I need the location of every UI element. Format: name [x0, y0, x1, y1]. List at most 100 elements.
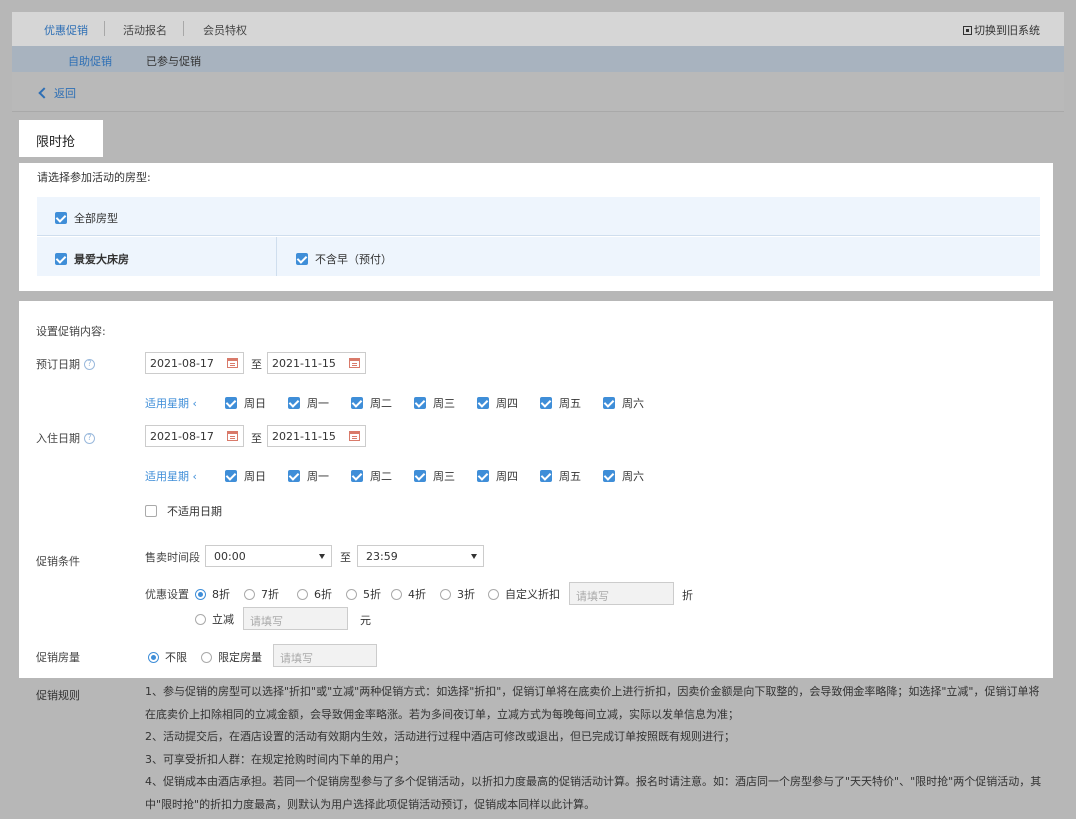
- custom-discount-placeholder: 请填写: [576, 590, 609, 603]
- checkbox-checked-icon: [296, 253, 308, 265]
- all-rooms-label: 全部房型: [74, 212, 118, 225]
- weekday-checkbox[interactable]: 周四: [477, 395, 518, 411]
- discount-radio[interactable]: 7折: [244, 586, 279, 602]
- rule-line: 4、促销成本由酒店承担。若同一个促销房型参与了多个促销活动，以折扣力度最高的促销…: [145, 775, 1042, 811]
- checkin-date-text: 入住日期: [36, 432, 80, 445]
- weekday-checkbox[interactable]: 周二: [351, 395, 392, 411]
- room-limit-input[interactable]: 请填写: [273, 644, 377, 667]
- weekday-checkbox[interactable]: 周二: [351, 468, 392, 484]
- reduce-unit: 元: [360, 614, 371, 627]
- radio-icon: [346, 588, 357, 600]
- weekday-checkbox[interactable]: 周一: [288, 468, 329, 484]
- sale-time-label: 售卖时间段: [145, 551, 200, 564]
- time-separator: 至: [340, 551, 351, 564]
- help-icon[interactable]: ?: [84, 432, 95, 444]
- weekday-checkbox[interactable]: 周日: [225, 468, 266, 484]
- weekday-label: 周五: [559, 470, 581, 483]
- weekday-checkbox[interactable]: 周一: [288, 395, 329, 411]
- switch-icon: [963, 25, 972, 35]
- back-bar: 返回: [12, 72, 1064, 112]
- checkbox-checked-icon: [477, 397, 489, 409]
- checkbox-checked-icon: [55, 253, 67, 265]
- weekday-label: 周二: [370, 470, 392, 483]
- discount-label: 4折: [408, 588, 426, 601]
- tab-activity-signup[interactable]: 活动报名: [123, 22, 167, 38]
- checkbox-checked-icon: [288, 470, 300, 482]
- sale-time-start-select[interactable]: 00:00: [205, 545, 332, 567]
- checkin-end-date-value: 2021-11-15: [272, 430, 336, 443]
- booking-weekday-toggle[interactable]: 适用星期 ‹: [145, 395, 197, 411]
- booking-date-label: 预订日期 ?: [36, 356, 95, 372]
- sale-time-end-select[interactable]: 23:59: [357, 545, 484, 567]
- discount-radio[interactable]: 5折: [346, 586, 381, 602]
- rule-line: 2、活动提交后，在酒店设置的活动有效期内生效，活动进行过程中酒店可修改或退出，但…: [145, 730, 735, 743]
- tab-member-privileges[interactable]: 会员特权: [203, 22, 247, 38]
- discount-unit: 折: [682, 589, 693, 602]
- weekday-checkbox[interactable]: 周六: [603, 395, 644, 411]
- calendar-icon[interactable]: [349, 358, 360, 368]
- discount-radio[interactable]: 8折: [195, 586, 230, 602]
- calendar-icon[interactable]: [349, 431, 360, 441]
- radio-icon: [297, 588, 308, 600]
- weekday-checkbox[interactable]: 周三: [414, 395, 455, 411]
- switch-old-system-label: 切换到旧系统: [974, 24, 1040, 37]
- weekday-checkbox[interactable]: 周五: [540, 468, 581, 484]
- checkin-end-date-input[interactable]: 2021-11-15: [267, 425, 366, 447]
- booking-start-date-input[interactable]: 2021-08-17: [145, 352, 244, 374]
- weekday-checkbox[interactable]: 周日: [225, 395, 266, 411]
- radio-selected-icon: [148, 651, 159, 663]
- tab-promotions[interactable]: 优惠促销: [34, 22, 98, 48]
- checkbox-checked-icon: [351, 470, 363, 482]
- help-icon[interactable]: ?: [84, 358, 95, 370]
- discount-radio[interactable]: 自定义折扣: [488, 586, 560, 602]
- weekday-checkbox[interactable]: 周三: [414, 468, 455, 484]
- subtab-joined-promotions[interactable]: 已参与促销: [146, 53, 201, 69]
- calendar-icon[interactable]: [227, 431, 238, 441]
- checkbox-unchecked-icon: [145, 505, 157, 517]
- reduce-amount-placeholder: 请填写: [250, 615, 283, 628]
- switch-old-system-button[interactable]: 切换到旧系统: [963, 22, 1040, 38]
- custom-discount-input[interactable]: 请填写: [569, 582, 674, 605]
- checkin-start-date-input[interactable]: 2021-08-17: [145, 425, 244, 447]
- back-button[interactable]: 返回: [38, 85, 76, 101]
- promotion-settings-panel: 设置促销内容: 预订日期 ? 2021-08-17 至 2021-11-15 适…: [19, 301, 1053, 678]
- weekday-checkbox[interactable]: 周四: [477, 468, 518, 484]
- top-nav: 优惠促销 活动报名 会员特权 切换到旧系统: [12, 12, 1064, 48]
- room-limit-unlimited-radio[interactable]: 不限: [148, 649, 187, 665]
- sale-time-end-value: 23:59: [366, 550, 398, 563]
- weekday-label: 周三: [433, 470, 455, 483]
- sub-nav: 自助促销 已参与促销: [12, 46, 1064, 72]
- checkbox-checked-icon: [603, 470, 615, 482]
- checkbox-checked-icon: [414, 470, 426, 482]
- weekday-checkbox[interactable]: 周六: [603, 468, 644, 484]
- section-title: 设置促销内容:: [36, 325, 106, 338]
- page-title-box: 限时抢: [19, 120, 103, 157]
- weekday-label: 周一: [307, 470, 329, 483]
- back-label: 返回: [54, 87, 76, 100]
- discount-label: 自定义折扣: [505, 588, 560, 601]
- weekday-label: 周日: [244, 470, 266, 483]
- weekday-checkbox[interactable]: 周五: [540, 395, 581, 411]
- reduce-radio[interactable]: 立减: [195, 611, 234, 627]
- room-limit-custom-radio[interactable]: 限定房量: [201, 649, 262, 665]
- booking-end-date-input[interactable]: 2021-11-15: [267, 352, 366, 374]
- all-rooms-checkbox[interactable]: 全部房型: [55, 210, 118, 226]
- rules-text: 1、参与促销的房型可以选择"折扣"或"立减"两种促销方式：如选择"折扣"，促销订…: [145, 681, 1045, 816]
- weekday-link-text: 适用星期: [145, 470, 189, 483]
- checkin-weekday-toggle[interactable]: 适用星期 ‹: [145, 468, 197, 484]
- exclude-dates-label: 不适用日期: [167, 505, 222, 518]
- rate-plan-checkbox[interactable]: 不含早（预付）: [296, 251, 392, 267]
- room-type-row: 景爱大床房 不含早（预付）: [37, 237, 1040, 276]
- room-limit-placeholder: 请填写: [280, 652, 313, 665]
- checkin-start-date-value: 2021-08-17: [150, 430, 214, 443]
- discount-radio[interactable]: 4折: [391, 586, 426, 602]
- rule-line: 3、可享受折扣人群：在规定抢购时间内下单的用户；: [145, 752, 405, 766]
- weekday-label: 周四: [496, 470, 518, 483]
- subtab-self-promotion[interactable]: 自助促销: [68, 53, 112, 69]
- reduce-amount-input[interactable]: 请填写: [243, 607, 348, 630]
- room-type-checkbox[interactable]: 景爱大床房: [55, 251, 129, 267]
- calendar-icon[interactable]: [227, 358, 238, 368]
- discount-radio[interactable]: 6折: [297, 586, 332, 602]
- discount-radio[interactable]: 3折: [440, 586, 475, 602]
- exclude-dates-checkbox[interactable]: 不适用日期: [145, 503, 222, 519]
